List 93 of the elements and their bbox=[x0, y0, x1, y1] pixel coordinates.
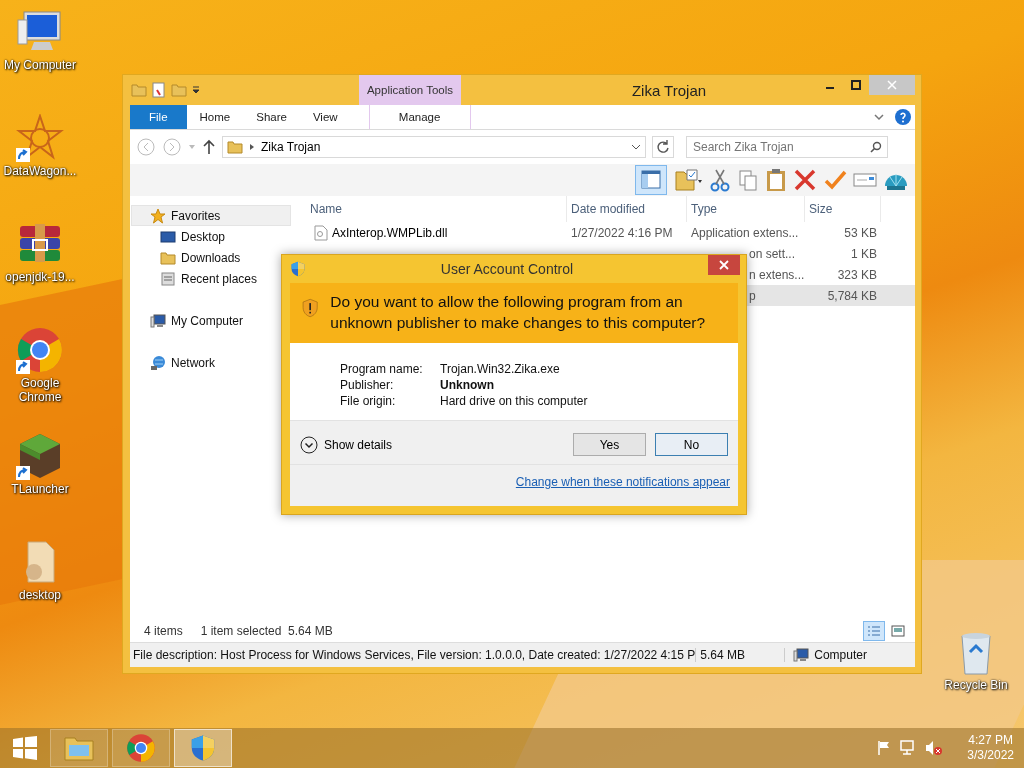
close-button[interactable] bbox=[708, 255, 740, 275]
star-burst-icon bbox=[16, 114, 64, 162]
ribbon-tab[interactable]: View bbox=[299, 105, 351, 129]
field-value: Trojan.Win32.Zika.exe bbox=[440, 362, 561, 376]
file-type: on sett... bbox=[749, 246, 796, 261]
column-header[interactable]: Name bbox=[306, 196, 567, 222]
item-count: 4 items bbox=[144, 624, 183, 638]
search-field[interactable]: Search Zika Trojan bbox=[686, 136, 888, 158]
shortcut-arrow-icon bbox=[16, 466, 30, 480]
nav-item[interactable]: Downloads bbox=[144, 248, 290, 267]
clipboard-icon[interactable] bbox=[765, 168, 787, 192]
shield-icon bbox=[189, 734, 217, 762]
shield-icon bbox=[290, 261, 306, 277]
column-header[interactable]: Size bbox=[805, 196, 881, 222]
file-type: n extens... bbox=[749, 267, 805, 282]
flag-icon[interactable] bbox=[877, 740, 892, 756]
scissors-icon[interactable] bbox=[709, 168, 731, 192]
file-type: p bbox=[749, 288, 756, 303]
folder-icon bbox=[131, 82, 147, 98]
ribbon-tab[interactable]: File bbox=[130, 105, 187, 129]
shortcut-arrow-icon bbox=[16, 360, 30, 374]
dialog-button[interactable]: Yes bbox=[573, 433, 646, 456]
field-value: Hard drive on this computer bbox=[440, 394, 589, 408]
folder-options-icon[interactable] bbox=[673, 168, 703, 192]
thumbnail-icon bbox=[891, 625, 905, 637]
dialog-title: User Account Control bbox=[439, 261, 575, 277]
file-name: AxInterop.WMPLib.dll bbox=[332, 225, 448, 240]
ribbon-tab[interactable]: Share bbox=[243, 105, 300, 129]
muted-speaker-icon[interactable] bbox=[925, 740, 944, 756]
file-size-total: 5.64 MB bbox=[696, 648, 786, 662]
file-size: 5,784 KB bbox=[827, 288, 877, 303]
column-header[interactable]: Date modified bbox=[567, 196, 687, 222]
delete-icon[interactable] bbox=[793, 168, 817, 192]
up-arrow-icon[interactable] bbox=[202, 139, 216, 155]
file-icon bbox=[314, 224, 328, 241]
checkmark-icon[interactable] bbox=[823, 168, 847, 192]
show-details-button[interactable]: Show details bbox=[300, 435, 393, 454]
windows-logo-icon bbox=[12, 735, 38, 761]
list-icon bbox=[867, 625, 881, 637]
help-icon[interactable] bbox=[895, 109, 911, 125]
field-label: Publisher: bbox=[340, 378, 395, 392]
chevron-circle-icon bbox=[300, 435, 318, 454]
notifications-link[interactable]: Change when these notifications appear bbox=[515, 465, 738, 489]
dropdown-arrow-icon[interactable] bbox=[191, 85, 201, 95]
new-folder-icon bbox=[171, 82, 187, 98]
shortcut-arrow-icon bbox=[16, 148, 30, 162]
computer-icon bbox=[793, 647, 810, 663]
nav-item[interactable]: Recent places bbox=[144, 269, 290, 288]
file-size: 1 KB bbox=[851, 246, 877, 261]
file-size: 323 KB bbox=[837, 267, 877, 282]
ribbon-tab[interactable]: Manage bbox=[368, 105, 471, 129]
star-icon bbox=[150, 207, 166, 224]
breadcrumb-arrow-icon bbox=[249, 143, 255, 151]
folder-icon bbox=[63, 734, 95, 762]
nav-item[interactable]: Favorites bbox=[132, 206, 290, 225]
file-size: 53 KB bbox=[844, 225, 877, 240]
file-type: Application extens... bbox=[691, 225, 799, 240]
dialog-button[interactable]: No bbox=[655, 433, 728, 456]
preview-pane-button[interactable] bbox=[635, 165, 667, 195]
search-icon bbox=[870, 141, 882, 153]
folder-icon bbox=[227, 139, 243, 155]
chrome-icon bbox=[16, 326, 64, 374]
copy-icon[interactable] bbox=[737, 168, 759, 192]
refresh-icon[interactable] bbox=[652, 136, 674, 158]
file-row[interactable]: AxInterop.WMPLib.dll 1/27/2022 4:16 PM Application extens... 53 KB bbox=[306, 222, 915, 243]
dialog-question: Do you want to allow the following program from an unknown publisher to make changes to this computer? bbox=[330, 292, 707, 333]
maximize-icon bbox=[851, 80, 861, 90]
minimize-icon bbox=[826, 87, 834, 89]
taskbar-app-button[interactable] bbox=[112, 729, 170, 767]
nav-item[interactable]: Desktop bbox=[144, 227, 290, 246]
nav-item[interactable]: My Computer bbox=[132, 311, 290, 330]
expand-ribbon-icon[interactable] bbox=[873, 111, 885, 123]
context-tab-group: Application Tools bbox=[359, 75, 461, 105]
file-date: 1/27/2022 4:16 PM bbox=[571, 225, 673, 240]
column-header[interactable]: Type bbox=[687, 196, 805, 222]
desktop-icon bbox=[160, 228, 176, 245]
nav-item[interactable]: Network bbox=[132, 353, 290, 372]
location-label: Computer bbox=[814, 648, 867, 662]
chevron-down-icon bbox=[631, 142, 641, 152]
address-bar[interactable]: Zika Trojan bbox=[222, 136, 646, 158]
ribbon-tab[interactable]: Home bbox=[186, 105, 244, 129]
field-label: Program name: bbox=[340, 362, 424, 376]
folder-icon bbox=[160, 249, 176, 266]
selection-info: 1 item selected 5.64 MB bbox=[200, 624, 333, 638]
taskbar-app-button[interactable] bbox=[174, 729, 232, 767]
file-description: File description: Host Process for Windows Services, File version: 1.0.0.0, Date created: 1/27/2022 4:15 P bbox=[130, 648, 697, 662]
field-value: Unknown bbox=[440, 378, 495, 392]
chrome-icon bbox=[126, 733, 156, 763]
window-title: Zika Trojan bbox=[630, 81, 708, 99]
close-icon bbox=[719, 260, 729, 270]
close-icon bbox=[887, 80, 897, 90]
computer-icon bbox=[150, 312, 166, 329]
field-label: File origin: bbox=[340, 394, 397, 408]
